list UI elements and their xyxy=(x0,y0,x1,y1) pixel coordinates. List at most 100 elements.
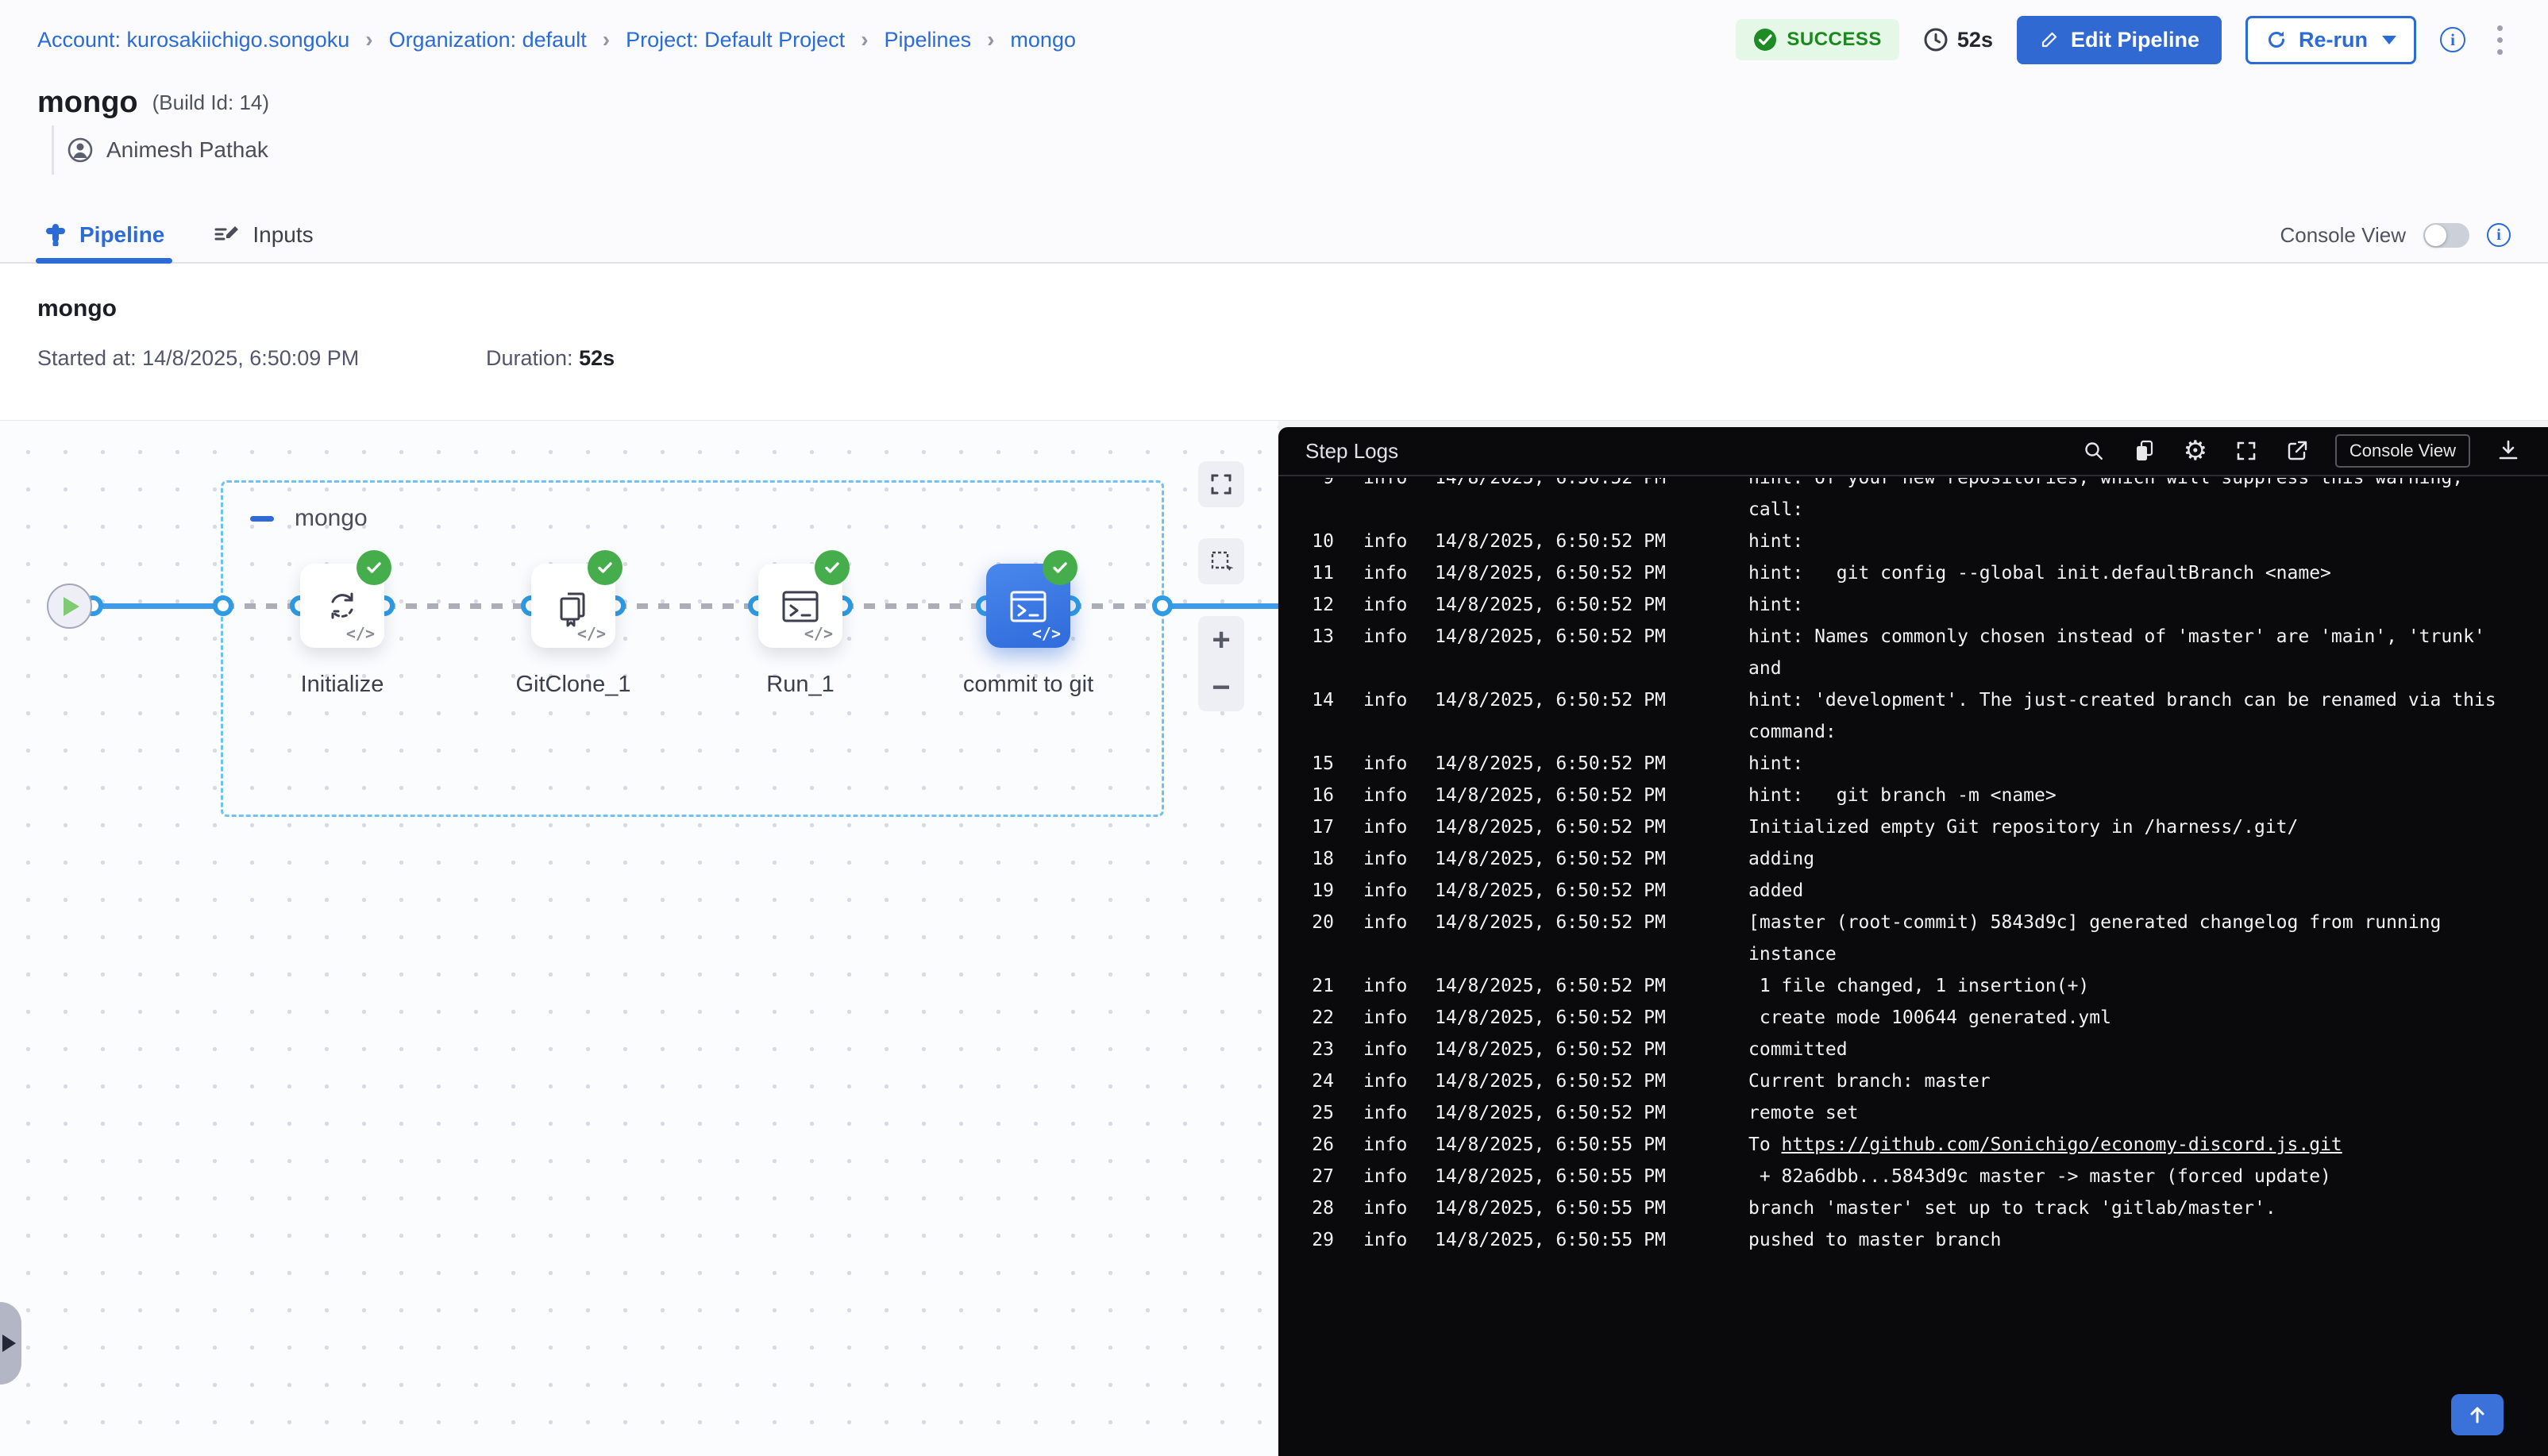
log-level: info xyxy=(1363,684,1407,716)
log-line-number: 20 xyxy=(1278,907,1334,938)
console-view-toggle[interactable] xyxy=(2423,223,2469,248)
connector-dashed xyxy=(1070,603,1162,609)
log-message: hint: of your new repositories, which wi… xyxy=(1748,478,2463,494)
log-line-number: 15 xyxy=(1278,748,1334,780)
console-view-info-icon[interactable]: i xyxy=(2487,223,2511,247)
info-icon[interactable]: i xyxy=(2440,27,2465,52)
copy-icon[interactable] xyxy=(2132,438,2157,464)
status-text: SUCCESS xyxy=(1787,29,1882,51)
main-split: mongo xyxy=(0,421,2548,1456)
log-timestamp: 14/8/2025, 6:50:52 PM xyxy=(1435,1002,1666,1034)
log-message: remote set xyxy=(1748,1097,1858,1129)
breadcrumb: Account: kurosakiichigo.songoku › Organiza… xyxy=(37,27,1076,52)
log-line-number: 26 xyxy=(1278,1129,1334,1161)
success-check-icon xyxy=(357,550,391,585)
pipeline-graph-canvas[interactable]: mongo xyxy=(0,421,1278,1456)
scroll-to-top-button[interactable] xyxy=(2451,1394,2504,1435)
breadcrumb-item[interactable]: mongo xyxy=(1010,28,1076,52)
log-timestamp: 14/8/2025, 6:50:55 PM xyxy=(1435,1192,1666,1224)
stage-group-box: mongo xyxy=(221,480,1164,817)
stage-label: commit to git xyxy=(933,672,1124,698)
log-line-number: 9 xyxy=(1278,478,1334,494)
breadcrumb-item[interactable]: Project: Default Project xyxy=(626,28,845,52)
play-icon xyxy=(64,597,79,616)
download-icon[interactable] xyxy=(2496,438,2521,464)
log-panel-title: Step Logs xyxy=(1305,439,1398,464)
duration-chip: 52s xyxy=(1923,27,1993,52)
rerun-button[interactable]: Re-run xyxy=(2245,16,2416,64)
log-timestamp: 14/8/2025, 6:50:52 PM xyxy=(1435,1097,1666,1129)
log-line-number: 12 xyxy=(1278,589,1334,621)
log-line: 11info14/8/2025, 6:50:52 PMhint: git con… xyxy=(1278,557,2548,589)
tab-pipeline[interactable]: Pipeline xyxy=(44,208,164,262)
stage-node-commit-to-git[interactable]: </> xyxy=(986,564,1070,648)
log-level: info xyxy=(1363,621,1407,653)
log-line-number: 14 xyxy=(1278,684,1334,716)
log-line-number: 10 xyxy=(1278,526,1334,557)
connector-dashed xyxy=(842,603,986,609)
pipeline-start-node[interactable] xyxy=(47,584,92,629)
log-timestamp: 14/8/2025, 6:50:52 PM xyxy=(1435,875,1666,907)
log-line: 15info14/8/2025, 6:50:52 PMhint: xyxy=(1278,748,2548,780)
zoom-out-button[interactable]: − xyxy=(1212,672,1230,703)
stage-group-label: mongo xyxy=(295,505,368,532)
log-link[interactable]: https://github.com/Sonichigo/economy-dis… xyxy=(1782,1134,2342,1155)
panel-expander-handle[interactable] xyxy=(0,1302,21,1385)
connector-solid xyxy=(1162,603,1278,609)
collapse-group-icon[interactable] xyxy=(250,516,274,522)
log-message: hint: xyxy=(1748,748,1803,780)
log-level: info xyxy=(1363,589,1407,621)
breadcrumb-item[interactable]: Pipelines xyxy=(885,28,972,52)
duration-text: 52s xyxy=(1957,28,1993,52)
marquee-select-button[interactable] xyxy=(1198,538,1244,584)
log-level: info xyxy=(1363,780,1407,811)
log-line: 10info14/8/2025, 6:50:52 PMhint: xyxy=(1278,526,2548,557)
run-info-section: mongo Started at: 14/8/2025, 6:50:09 PM … xyxy=(0,264,2548,421)
log-message: 1 file changed, 1 insertion(+) xyxy=(1748,970,2089,1002)
stage-node-run[interactable]: </> xyxy=(758,564,842,648)
stage-node-gitclone[interactable]: </> xyxy=(531,564,615,648)
breadcrumb-separator: › xyxy=(861,27,868,52)
log-message: [master (root-commit) 5843d9c] generated… xyxy=(1748,907,2441,938)
stage-node-initialize[interactable]: </> xyxy=(300,564,384,648)
log-level: info xyxy=(1363,970,1407,1002)
stage-label: GitClone_1 xyxy=(478,672,669,698)
log-line: 13info14/8/2025, 6:50:52 PMhint: Names c… xyxy=(1278,621,2548,653)
inputs-icon xyxy=(214,223,241,247)
fit-to-screen-button[interactable] xyxy=(1198,461,1244,507)
log-message: adding xyxy=(1748,843,1814,875)
more-menu-icon[interactable] xyxy=(2489,21,2511,60)
log-body[interactable]: 9 info 14/8/2025, 6:50:52 PM hint: of your … xyxy=(1278,478,2548,1456)
search-icon[interactable] xyxy=(2081,438,2107,464)
console-view-button[interactable]: Console View xyxy=(2335,434,2470,468)
log-line-continuation: call: xyxy=(1278,494,2548,526)
breadcrumb-item[interactable]: Account: kurosakiichigo.songoku xyxy=(37,28,349,52)
log-message: committed xyxy=(1748,1034,1848,1065)
page-title: mongo xyxy=(37,86,138,120)
breadcrumb-item[interactable]: Organization: default xyxy=(389,28,587,52)
edit-pipeline-button[interactable]: Edit Pipeline xyxy=(2017,16,2222,64)
success-check-icon xyxy=(588,550,623,585)
log-level: info xyxy=(1363,1161,1407,1192)
log-line-continuation: and xyxy=(1278,653,2548,684)
log-level: info xyxy=(1363,478,1407,494)
log-line: 17info14/8/2025, 6:50:52 PMInitialized e… xyxy=(1278,811,2548,843)
tab-inputs[interactable]: Inputs xyxy=(214,208,313,262)
step-logs-panel: Step Logs ⚙ Console View xyxy=(1278,427,2548,1456)
log-timestamp: 14/8/2025, 6:50:55 PM xyxy=(1435,1129,1666,1161)
zoom-in-button[interactable]: + xyxy=(1212,624,1230,656)
log-panel-toolbar: ⚙ Console View xyxy=(2081,434,2521,468)
fullscreen-icon[interactable] xyxy=(2234,438,2259,464)
stage-group-header: mongo xyxy=(250,505,368,532)
connection-point xyxy=(1152,595,1173,616)
open-in-new-icon[interactable] xyxy=(2284,438,2310,464)
log-message: and xyxy=(1748,653,1782,684)
settings-gear-icon[interactable]: ⚙ xyxy=(2183,438,2208,464)
log-line: 18info14/8/2025, 6:50:52 PMadding xyxy=(1278,843,2548,875)
log-line-number: 27 xyxy=(1278,1161,1334,1192)
log-line: 27info14/8/2025, 6:50:55 PM + 82a6dbb...… xyxy=(1278,1161,2548,1192)
log-message: hint: 'development'. The just-created br… xyxy=(1748,684,2496,716)
log-panel-header: Step Logs ⚙ Console View xyxy=(1278,427,2548,476)
title-row: mongo (Build Id: 14) xyxy=(0,79,2548,125)
breadcrumb-separator: › xyxy=(365,27,372,52)
